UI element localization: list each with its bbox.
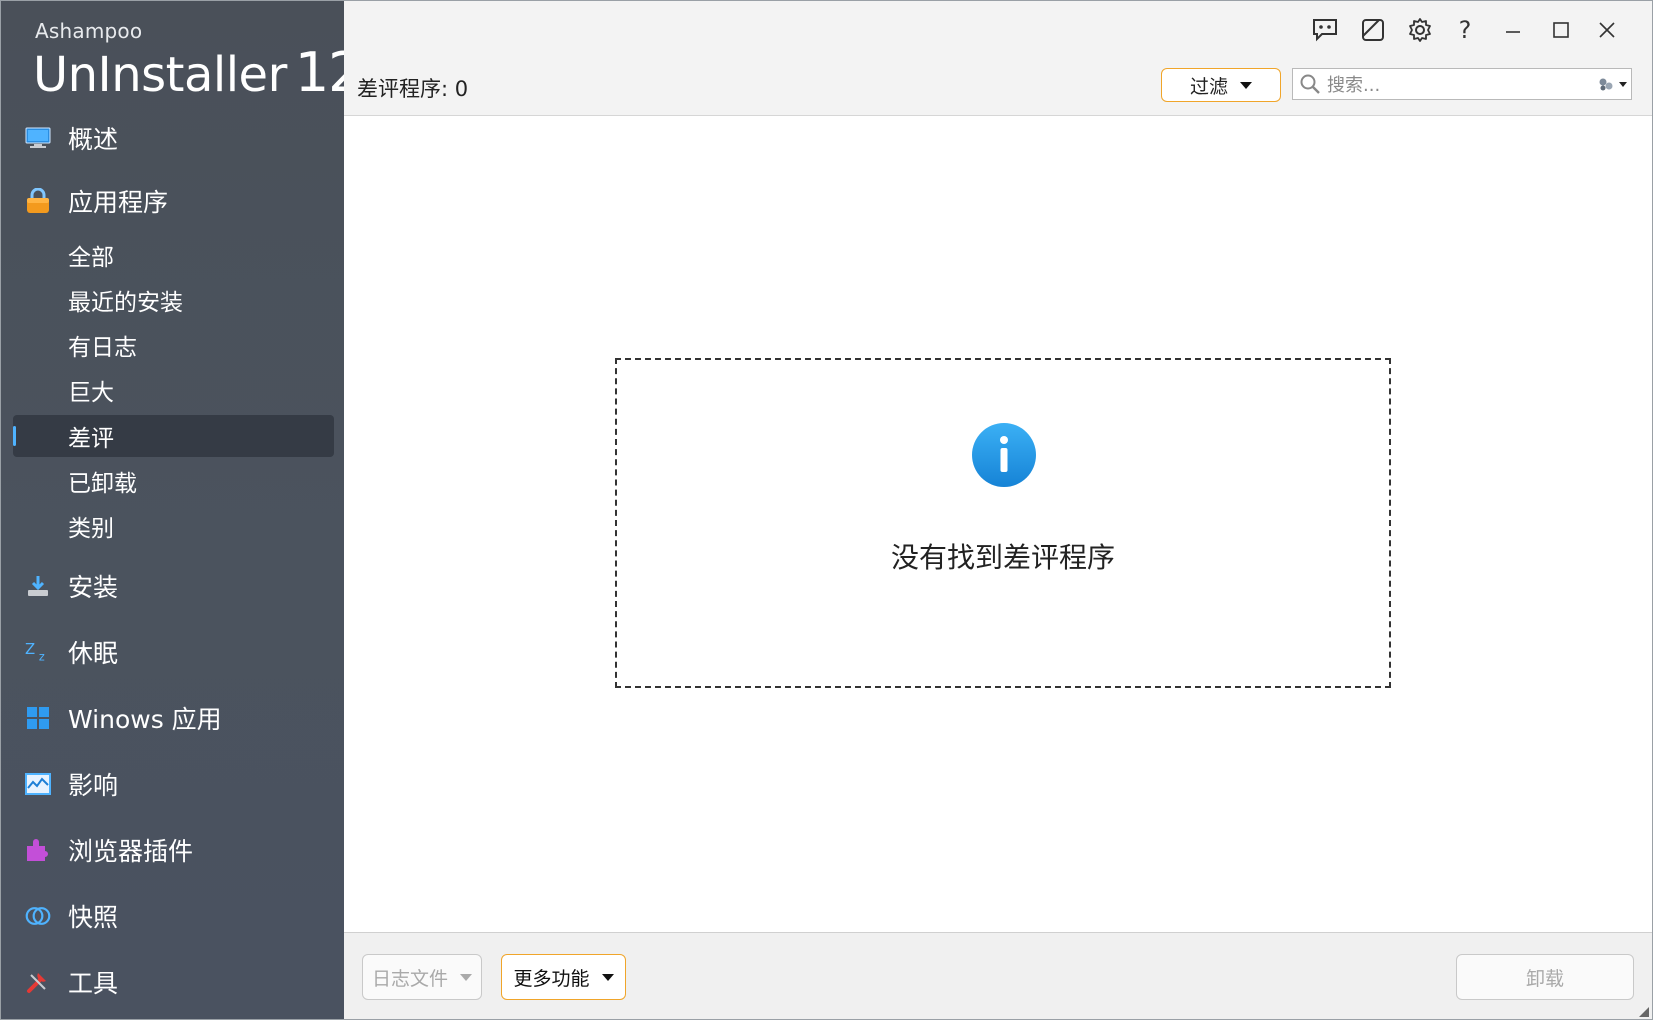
- brand-logo: Ashampoo UnInstaller 12: [33, 19, 363, 104]
- snapshot-icon: [25, 903, 51, 929]
- sidebar-item-applications[interactable]: 应用程序: [1, 176, 344, 226]
- sidebar-subitem-uninstalled[interactable]: 已卸载: [13, 460, 334, 502]
- empty-state-panel: 没有找到差评程序: [615, 358, 1391, 688]
- install-icon: [25, 573, 51, 599]
- sidebar-item-label: 工具: [68, 969, 119, 998]
- more-features-button[interactable]: 更多功能: [501, 954, 626, 1000]
- uninstall-label: 卸载: [1525, 967, 1564, 990]
- sidebar-item-label: 安装: [68, 573, 119, 602]
- search-icon: [1299, 73, 1321, 99]
- uninstall-button[interactable]: 卸载: [1456, 954, 1634, 1000]
- sidebar-subitem-label: 全部: [68, 245, 114, 271]
- sidebar-item-label: 浏览器插件: [68, 837, 194, 866]
- more-features-label: 更多功能: [513, 967, 590, 990]
- close-icon[interactable]: [1592, 15, 1622, 45]
- sidebar-subitem-with-logs[interactable]: 有日志: [13, 324, 334, 366]
- sidebar-subitem-all[interactable]: 全部: [13, 234, 334, 276]
- sidebar-subitem-label: 最近的安装: [68, 290, 183, 316]
- sidebar-subitem-label: 已卸载: [68, 471, 137, 497]
- sidebar-item-impact[interactable]: 影响: [1, 759, 344, 809]
- svg-text:z: z: [39, 650, 45, 663]
- bad-rated-count: 差评程序: 0: [357, 77, 469, 101]
- sidebar-item-install[interactable]: 安装: [1, 561, 344, 611]
- skin-toggle-icon[interactable]: [1358, 15, 1388, 45]
- sidebar-subitem-label: 差评: [68, 426, 114, 452]
- resize-grip-icon[interactable]: [1638, 1006, 1650, 1018]
- sidebar-item-hibernate[interactable]: Zz 休眠: [1, 627, 344, 677]
- chart-icon: [25, 771, 51, 797]
- sidebar-subitem-huge[interactable]: 巨大: [13, 369, 334, 411]
- app-window: Ashampoo UnInstaller 12 概述 应用程序 全部 最近的安装 …: [0, 0, 1653, 1020]
- search-box: [1292, 68, 1632, 100]
- sidebar-subitem-bad-rated[interactable]: 差评: [13, 415, 334, 457]
- sidebar-subitem-categories[interactable]: 类别: [13, 505, 334, 547]
- sidebar-item-tools[interactable]: 工具: [1, 957, 344, 1007]
- search-options-icon[interactable]: [1596, 74, 1627, 94]
- sidebar-subitem-label: 类别: [68, 516, 114, 542]
- info-icon: [972, 423, 1036, 487]
- minimize-icon[interactable]: [1498, 15, 1528, 45]
- brand-product: UnInstaller 12: [33, 41, 363, 104]
- bottom-bar: 日志文件 更多功能 卸载: [344, 932, 1652, 1019]
- sidebar-subitem-label: 有日志: [68, 335, 137, 361]
- chevron-down-icon: [460, 973, 472, 981]
- log-files-label: 日志文件: [371, 967, 448, 990]
- filter-label: 过滤: [1189, 75, 1228, 98]
- tools-icon: [25, 969, 51, 995]
- chevron-down-icon: [1619, 81, 1627, 87]
- sidebar-subitem-label: 巨大: [68, 380, 114, 406]
- sidebar-item-label: 影响: [68, 771, 119, 800]
- svg-text:Z: Z: [25, 640, 35, 658]
- empty-state-message: 没有找到差评程序: [890, 541, 1115, 574]
- filter-button[interactable]: 过滤: [1161, 68, 1281, 102]
- sidebar-item-windows-apps[interactable]: Winows 应用: [1, 693, 344, 743]
- active-indicator: [13, 426, 16, 446]
- sidebar-item-label: Winows 应用: [68, 705, 222, 734]
- sidebar: Ashampoo UnInstaller 12 概述 应用程序 全部 最近的安装 …: [1, 1, 363, 1019]
- sidebar-item-label: 应用程序: [68, 188, 169, 217]
- sidebar-item-browser-plugins[interactable]: 浏览器插件: [1, 825, 344, 875]
- maximize-icon[interactable]: [1546, 15, 1576, 45]
- lock-bag-icon: [25, 188, 51, 214]
- log-files-button[interactable]: 日志文件: [362, 954, 482, 1000]
- search-input[interactable]: [1325, 71, 1589, 99]
- chevron-down-icon: [601, 973, 614, 981]
- chevron-down-icon: [1240, 81, 1252, 89]
- main-panel: ? 差评程序: 0 过滤 搜索... 没有找到差评程序 日志文件 更多功能 卸载: [344, 1, 1652, 1019]
- help-icon[interactable]: ?: [1450, 15, 1480, 45]
- sidebar-item-snapshots[interactable]: 快照: [1, 891, 344, 941]
- sleep-icon: Zz: [25, 639, 51, 665]
- puzzle-icon: [25, 837, 51, 863]
- windows-icon: [25, 705, 51, 731]
- brand-product-name: UnInstaller: [33, 47, 287, 103]
- sidebar-item-label: 快照: [68, 903, 119, 932]
- sidebar-item-label: 休眠: [68, 639, 119, 668]
- monitor-icon: [25, 125, 51, 151]
- content-area: 没有找到差评程序: [344, 116, 1652, 932]
- feedback-icon[interactable]: [1310, 15, 1340, 45]
- gear-icon[interactable]: [1405, 15, 1435, 45]
- brand-company: Ashampoo: [35, 19, 143, 43]
- sidebar-subitem-recent[interactable]: 最近的安装: [13, 279, 334, 321]
- toolbar: ? 差评程序: 0 过滤: [344, 1, 1652, 116]
- sidebar-item-overview[interactable]: 概述: [1, 113, 344, 163]
- sidebar-item-label: 概述: [68, 125, 119, 154]
